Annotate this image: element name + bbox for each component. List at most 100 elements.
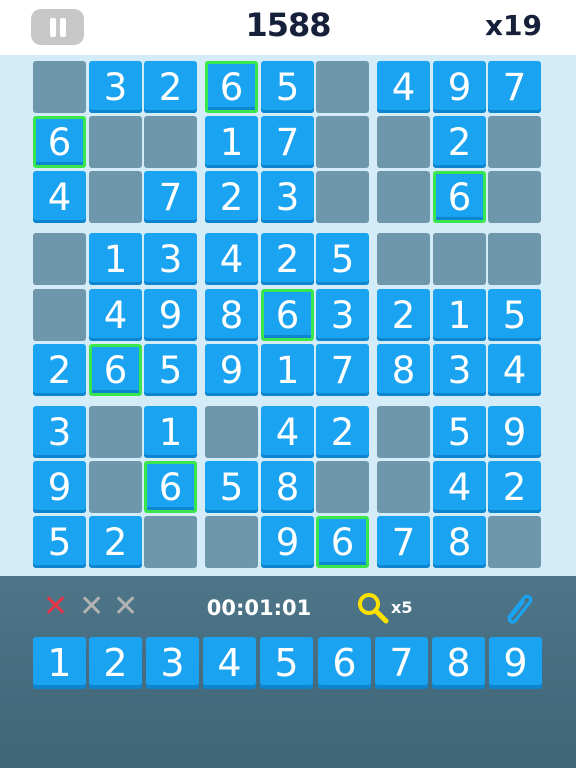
cell-r1-c8[interactable]: 9: [433, 61, 486, 113]
numpad-key-3[interactable]: 3: [146, 637, 199, 689]
numpad-key-7[interactable]: 7: [375, 637, 428, 689]
cell-r7-c4[interactable]: [205, 406, 258, 458]
game-timer: 00:01:01: [206, 596, 312, 620]
cell-r7-c7[interactable]: [377, 406, 430, 458]
cell-r8-c6[interactable]: [316, 461, 369, 513]
sudoku-grid: 3265497617247236134254986321526591783431…: [0, 55, 576, 576]
cell-r9-c1[interactable]: 5: [33, 516, 86, 568]
cell-r5-c8[interactable]: 1: [433, 289, 486, 341]
cell-r9-c2[interactable]: 2: [89, 516, 142, 568]
cell-r1-c2[interactable]: 3: [89, 61, 142, 113]
cell-r2-c8[interactable]: 2: [433, 116, 486, 168]
cell-r4-c5[interactable]: 2: [261, 233, 314, 285]
cell-r6-c7[interactable]: 8: [377, 344, 430, 396]
cell-r8-c3[interactable]: 6: [144, 461, 197, 513]
cell-r2-c5[interactable]: 7: [261, 116, 314, 168]
cell-r3-c2[interactable]: [89, 171, 142, 223]
cell-r2-c2[interactable]: [89, 116, 142, 168]
cell-r8-c4[interactable]: 5: [205, 461, 258, 513]
cell-r9-c5[interactable]: 9: [261, 516, 314, 568]
numpad-key-4[interactable]: 4: [203, 637, 256, 689]
cell-r6-c1[interactable]: 2: [33, 344, 86, 396]
cell-r5-c1[interactable]: [33, 289, 86, 341]
cell-r2-c1[interactable]: 6: [33, 116, 86, 168]
cell-r6-c6[interactable]: 7: [316, 344, 369, 396]
numpad-key-9[interactable]: 9: [489, 637, 542, 689]
paperclip-icon[interactable]: [500, 590, 536, 626]
cell-r3-c4[interactable]: 2: [205, 171, 258, 223]
cell-r4-c2[interactable]: 1: [89, 233, 142, 285]
cell-r8-c8[interactable]: 4: [433, 461, 486, 513]
cell-r9-c3[interactable]: [144, 516, 197, 568]
cell-r4-c6[interactable]: 5: [316, 233, 369, 285]
cell-r7-c9[interactable]: 9: [488, 406, 541, 458]
sudoku-board-area: 3265497617247236134254986321526591783431…: [0, 55, 576, 576]
cell-r4-c1[interactable]: [33, 233, 86, 285]
cell-r1-c4[interactable]: 6: [205, 61, 258, 113]
cell-r4-c4[interactable]: 4: [205, 233, 258, 285]
cell-r3-c5[interactable]: 3: [261, 171, 314, 223]
cell-r1-c6[interactable]: [316, 61, 369, 113]
numpad-key-5[interactable]: 5: [260, 637, 313, 689]
cell-r7-c5[interactable]: 4: [261, 406, 314, 458]
cell-r1-c7[interactable]: 4: [377, 61, 430, 113]
cell-r5-c6[interactable]: 3: [316, 289, 369, 341]
cell-r1-c3[interactable]: 2: [144, 61, 197, 113]
cell-r9-c9[interactable]: [488, 516, 541, 568]
cell-r6-c9[interactable]: 4: [488, 344, 541, 396]
cell-r8-c7[interactable]: [377, 461, 430, 513]
numpad-key-8[interactable]: 8: [432, 637, 485, 689]
cell-r7-c1[interactable]: 3: [33, 406, 86, 458]
numpad-key-6[interactable]: 6: [318, 637, 371, 689]
cell-r5-c3[interactable]: 9: [144, 289, 197, 341]
cell-r5-c2[interactable]: 4: [89, 289, 142, 341]
combo-multiplier: x19: [484, 9, 542, 42]
cell-r4-c9[interactable]: [488, 233, 541, 285]
cell-r6-c4[interactable]: 9: [205, 344, 258, 396]
cell-r9-c6[interactable]: 6: [316, 516, 369, 568]
cell-r7-c2[interactable]: [89, 406, 142, 458]
mistake-icon-3: ✕: [113, 589, 139, 624]
cell-r3-c7[interactable]: [377, 171, 430, 223]
cell-r8-c9[interactable]: 2: [488, 461, 541, 513]
cell-r3-c8[interactable]: 6: [433, 171, 486, 223]
magnifier-icon[interactable]: [356, 591, 390, 625]
cell-r4-c7[interactable]: [377, 233, 430, 285]
cell-r5-c4[interactable]: 8: [205, 289, 258, 341]
cell-r2-c6[interactable]: [316, 116, 369, 168]
numpad-key-1[interactable]: 1: [33, 637, 86, 689]
cell-r3-c9[interactable]: [488, 171, 541, 223]
cell-r9-c7[interactable]: 7: [377, 516, 430, 568]
cell-r8-c1[interactable]: 9: [33, 461, 86, 513]
cell-r2-c3[interactable]: [144, 116, 197, 168]
cell-r5-c5[interactable]: 6: [261, 289, 314, 341]
cell-r3-c6[interactable]: [316, 171, 369, 223]
cell-r8-c5[interactable]: 8: [261, 461, 314, 513]
cell-r9-c4[interactable]: [205, 516, 258, 568]
cell-r3-c3[interactable]: 7: [144, 171, 197, 223]
cell-r5-c9[interactable]: 5: [488, 289, 541, 341]
cell-r3-c1[interactable]: 4: [33, 171, 86, 223]
cell-r1-c9[interactable]: 7: [488, 61, 541, 113]
cell-r7-c8[interactable]: 5: [433, 406, 486, 458]
cell-r6-c5[interactable]: 1: [261, 344, 314, 396]
hint-count: x5: [391, 598, 413, 617]
top-bar: 1588 x19: [0, 0, 576, 55]
cell-r8-c2[interactable]: [89, 461, 142, 513]
cell-r7-c6[interactable]: 2: [316, 406, 369, 458]
control-panel: ✕ ✕ ✕ 00:01:01 x5 123456789: [0, 576, 576, 768]
cell-r2-c4[interactable]: 1: [205, 116, 258, 168]
cell-r1-c1[interactable]: [33, 61, 86, 113]
cell-r5-c7[interactable]: 2: [377, 289, 430, 341]
cell-r6-c3[interactable]: 5: [144, 344, 197, 396]
cell-r2-c7[interactable]: [377, 116, 430, 168]
cell-r4-c3[interactable]: 3: [144, 233, 197, 285]
cell-r1-c5[interactable]: 5: [261, 61, 314, 113]
cell-r7-c3[interactable]: 1: [144, 406, 197, 458]
cell-r2-c9[interactable]: [488, 116, 541, 168]
cell-r6-c2[interactable]: 6: [89, 344, 142, 396]
cell-r9-c8[interactable]: 8: [433, 516, 486, 568]
numpad-key-2[interactable]: 2: [89, 637, 142, 689]
cell-r4-c8[interactable]: [433, 233, 486, 285]
cell-r6-c8[interactable]: 3: [433, 344, 486, 396]
